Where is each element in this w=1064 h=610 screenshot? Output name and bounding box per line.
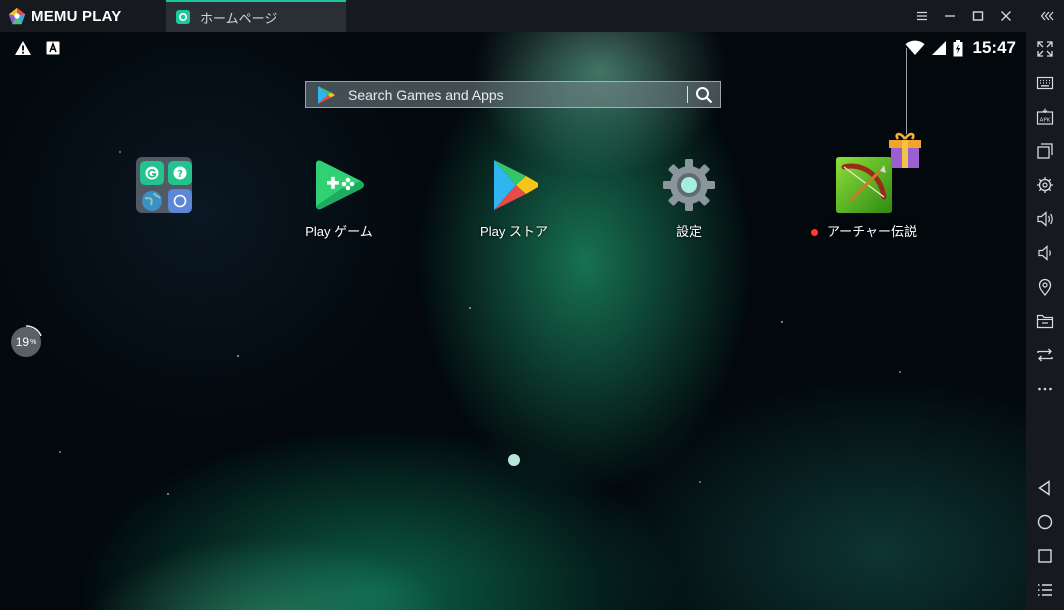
launcher-icon — [168, 189, 192, 213]
window-controls — [908, 0, 1064, 32]
minimize-button[interactable] — [936, 0, 964, 32]
android-back-button[interactable] — [1033, 476, 1057, 500]
home-icon — [1037, 514, 1053, 530]
fullscreen-icon — [1037, 41, 1053, 57]
recents-icon — [1038, 549, 1052, 563]
memu-logo-icon — [8, 7, 26, 25]
right-sidebar: APK — [1026, 32, 1064, 610]
app-play-games[interactable]: Play ゲーム — [298, 157, 380, 240]
search-input[interactable] — [348, 86, 687, 103]
folder-icon — [1036, 314, 1054, 329]
maximize-button[interactable] — [964, 0, 992, 32]
menu-icon — [917, 11, 927, 21]
close-button[interactable] — [992, 0, 1020, 32]
rotate-icon — [1037, 348, 1053, 362]
fullscreen-button[interactable] — [1033, 37, 1057, 61]
volume-down-icon — [1038, 245, 1051, 261]
boost-progress-value: 19 — [15, 335, 30, 349]
location-button[interactable] — [1033, 275, 1057, 299]
search-button[interactable] — [688, 82, 720, 107]
memu-logo: MEMU PLAY — [0, 0, 164, 32]
more-button[interactable] — [1033, 377, 1057, 401]
keyboard-button[interactable] — [1033, 71, 1057, 95]
shared-folder-button[interactable] — [1033, 309, 1057, 333]
a-notification-icon — [46, 41, 60, 55]
android-home-button[interactable] — [1033, 510, 1057, 534]
multi-window-button[interactable] — [1033, 139, 1057, 163]
app-label-archero-text: アーチャー伝説 — [826, 224, 918, 239]
help-icon: ? — [168, 161, 192, 185]
memu-logo-text: MEMU PLAY — [31, 7, 122, 25]
page-indicator-dot[interactable] — [508, 454, 520, 466]
app-label-play-games: Play ゲーム — [305, 224, 373, 239]
settings-gear-icon — [663, 159, 715, 211]
apk-icon: APK — [1036, 108, 1054, 125]
wifi-icon — [905, 40, 925, 55]
tab-home[interactable]: ホームページ — [166, 0, 346, 32]
settings-button[interactable] — [1033, 173, 1057, 197]
android-recents-button[interactable] — [1033, 544, 1057, 568]
wallpaper-stars — [59, 151, 901, 495]
expand-sidebar-icon — [1040, 11, 1054, 21]
app-label-settings: 設定 — [675, 224, 702, 239]
menu-button[interactable] — [908, 0, 936, 32]
volume-up-icon — [1037, 211, 1053, 227]
back-icon — [1038, 480, 1050, 496]
update-dot — [810, 229, 818, 237]
play-store-icon — [494, 160, 538, 210]
app-settings[interactable]: 設定 — [648, 157, 730, 240]
google-g-icon — [140, 161, 164, 185]
status-bar-right: 15:47 — [899, 37, 1016, 59]
battery-icon — [953, 39, 963, 56]
home-tab-icon — [176, 10, 190, 24]
google-apps-folder: ? — [136, 157, 192, 213]
boost-progress-unit: % — [30, 338, 37, 346]
multi-window-icon — [1037, 143, 1053, 159]
app-play-store[interactable]: Play ストア — [473, 157, 555, 240]
tab-label: ホームページ — [200, 10, 278, 26]
search-icon — [696, 86, 713, 103]
search-bar[interactable] — [305, 81, 721, 108]
title-bar: MEMU PLAY ホームページ — [0, 0, 1064, 32]
expand-sidebar-button[interactable] — [1030, 0, 1064, 32]
warning-icon — [15, 41, 31, 55]
gift-box-icon[interactable] — [885, 130, 925, 170]
android-home-screen[interactable]: 15:47 ? — [0, 32, 1026, 610]
settings-icon — [1037, 177, 1053, 193]
keyboard-icon — [1036, 76, 1054, 90]
maximize-icon — [972, 11, 984, 21]
app-list-button[interactable] — [1033, 578, 1057, 602]
gift-string — [906, 48, 907, 134]
list-icon — [1038, 584, 1052, 596]
svg-text:APK: APK — [1040, 118, 1051, 124]
play-games-icon — [316, 160, 364, 210]
app-folder[interactable]: ? — [136, 157, 192, 221]
location-icon — [1038, 278, 1052, 296]
signal-icon — [931, 41, 946, 55]
app-label-archero: アーチャー伝説 — [810, 221, 918, 240]
volume-down-button[interactable] — [1033, 241, 1057, 265]
svg-text:?: ? — [177, 169, 183, 180]
status-clock: 15:47 — [972, 38, 1016, 57]
google-play-icon — [318, 85, 335, 104]
close-icon — [1001, 11, 1011, 21]
archero-bow-icon — [836, 157, 892, 213]
app-label-play-store: Play ストア — [480, 224, 548, 239]
rotate-button[interactable] — [1033, 343, 1057, 367]
boost-progress-button[interactable]: 19% — [11, 327, 41, 357]
volume-up-button[interactable] — [1033, 207, 1057, 231]
status-bar-left — [14, 40, 74, 56]
more-icon — [1038, 387, 1052, 391]
browser-globe-icon — [140, 189, 164, 213]
apk-install-button[interactable]: APK — [1033, 105, 1057, 129]
minimize-icon — [945, 15, 955, 17]
